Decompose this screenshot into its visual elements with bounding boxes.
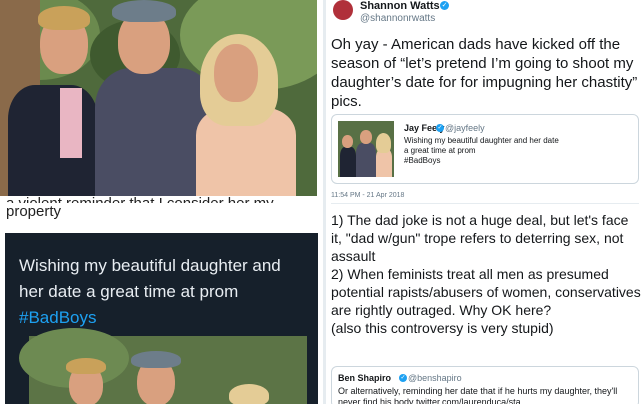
tweet-column: Shannon Watts ✓ @shannonrwatts Oh yay - … — [323, 0, 644, 404]
cap — [131, 351, 181, 368]
verified-badge-icon: ✓ — [399, 374, 407, 382]
cap — [112, 0, 176, 22]
quoted-tweet-text: Wishing my beautiful daughter and her da… — [404, 136, 564, 166]
person-suit — [340, 147, 356, 177]
meme-caption: a violent reminder that I consider her m… — [0, 194, 317, 232]
verified-badge-icon: ✓ — [440, 1, 449, 10]
tweet-text: Oh yay - American dads have kicked off t… — [331, 36, 638, 110]
prom-photo — [0, 0, 317, 199]
quoted-tweet-thumbnail — [338, 121, 394, 177]
quoted-author-handle[interactable]: @jayfeely — [445, 123, 485, 133]
person-hair — [229, 384, 269, 404]
comment-point-2: 2) When feminists treat all men as presu… — [331, 266, 641, 318]
author-name[interactable]: Shannon Watts — [360, 0, 440, 12]
caption-line-cut: a violent reminder that I consider her m… — [6, 194, 317, 203]
avatar[interactable] — [333, 0, 353, 20]
comment-text: 1) The dad joke is not a huge deal, but … — [331, 211, 643, 337]
quoted-author-handle[interactable]: @benshapiro — [408, 373, 462, 383]
comment-point-1: 1) The dad joke is not a huge deal, but … — [331, 212, 629, 264]
author-handle[interactable]: @shannonrwatts — [360, 13, 435, 24]
dark-tweet-hashtag[interactable]: #BadBoys — [19, 308, 97, 327]
divider — [331, 203, 639, 204]
tweet-timestamp[interactable]: 11:54 PM - 21 Apr 2018 — [331, 192, 404, 199]
quoted-tweet-body: Wishing my beautiful daughter and her da… — [404, 136, 559, 155]
person-hair — [376, 133, 391, 153]
person-hair — [38, 6, 90, 30]
person-hair — [66, 358, 106, 374]
person-head — [360, 130, 372, 144]
comment-aside: (also this controversy is very stupid) — [331, 320, 554, 336]
dark-tweet-text: Wishing my beautiful daughter and her da… — [19, 256, 281, 301]
caption-line: property — [6, 203, 62, 220]
person-head — [342, 135, 353, 148]
dark-tweet-message: Wishing my beautiful daughter and her da… — [19, 253, 309, 331]
person-suit — [8, 85, 98, 199]
quoted-tweet-hashtag[interactable]: #BadBoys — [404, 156, 440, 165]
quoted-tweet-text: Or alternatively, reminding her date tha… — [338, 386, 618, 404]
quoted-tweet-card[interactable]: Jay Feely ✓ @jayfeely Wishing my beautif… — [331, 114, 639, 184]
tie — [60, 88, 82, 158]
quoted-tweet-card[interactable]: Ben Shapiro ✓ @benshapiro Or alternative… — [331, 366, 639, 404]
person-head — [214, 44, 258, 102]
column-divider — [323, 0, 326, 404]
verified-badge-icon: ✓ — [436, 124, 444, 132]
dark-tweet-image: Wishing my beautiful daughter and her da… — [5, 233, 318, 404]
person-shirt — [356, 143, 376, 177]
quoted-author-name[interactable]: Ben Shapiro — [338, 373, 391, 383]
person-dress — [376, 149, 392, 177]
dark-tweet-photo — [19, 328, 307, 404]
